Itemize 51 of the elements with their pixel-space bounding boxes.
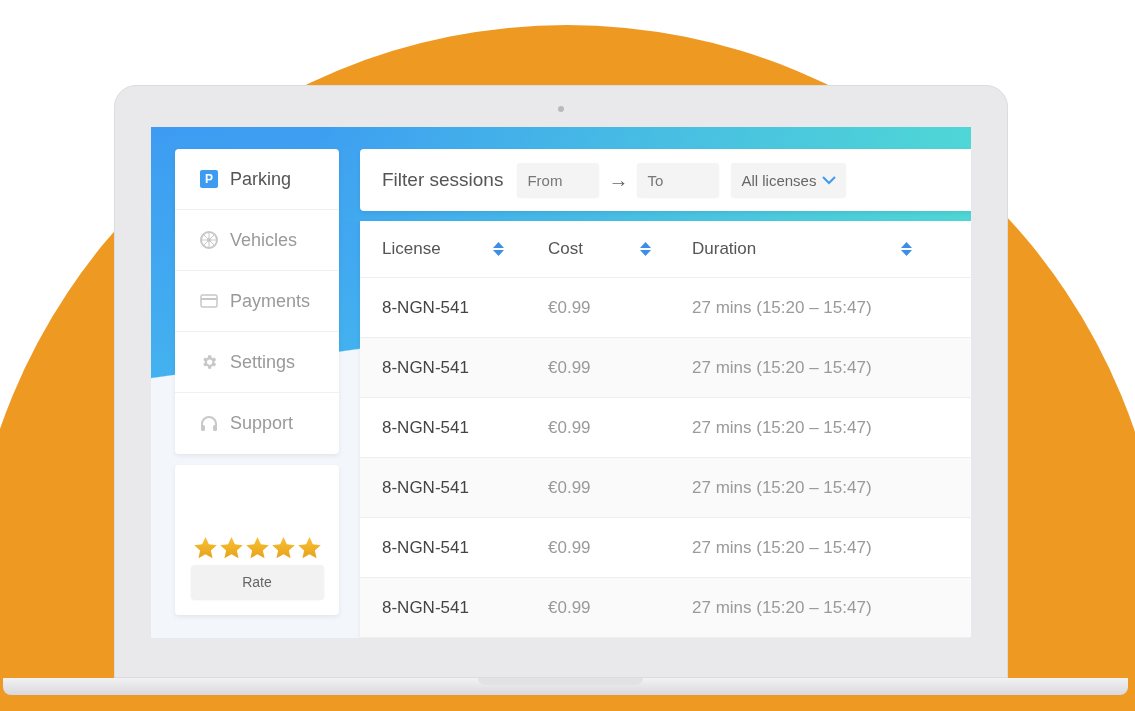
rate-button[interactable]: Rate: [190, 565, 324, 599]
sort-icon: [493, 242, 504, 256]
nav-label: Payments: [230, 290, 311, 312]
sidebar-item[interactable]: P Parking: [175, 149, 339, 210]
table-cell-text: €0.99: [548, 357, 592, 378]
arrow-text: →: [608, 168, 629, 192]
sidebar-item[interactable]: Settings: [175, 332, 339, 393]
table-cell-text: 27 mins (15:20 – 15:47): [692, 297, 873, 318]
table-cell-text: 8-NGN-541: [382, 537, 470, 558]
table-cell-text: 8-NGN-541: [382, 477, 470, 498]
table-cell-text: 27 mins (15:20 – 15:47): [692, 477, 873, 498]
table-cell-text: 27 mins (15:20 – 15:47): [692, 417, 873, 438]
table-cell-text: 8-NGN-541: [382, 417, 470, 438]
wheel-icon: [200, 231, 218, 249]
card-icon: [200, 294, 218, 308]
nav-label: Settings: [230, 351, 296, 373]
nav-label: Support: [230, 413, 294, 434]
sort-icon: [640, 242, 651, 256]
chevron-down-icon: [822, 175, 837, 185]
camera-dot: [558, 106, 564, 112]
column-header[interactable]: License: [382, 239, 504, 259]
star-icon: [193, 537, 217, 559]
column-header[interactable]: Cost: [548, 239, 651, 259]
column-header[interactable]: Duration: [692, 239, 912, 259]
to-field[interactable]: To: [637, 163, 720, 197]
licenses-dropdown[interactable]: All licenses: [731, 163, 847, 197]
nav-label: Vehicles: [230, 229, 298, 251]
table-cell-text: 8-NGN-541: [382, 357, 470, 378]
from-field[interactable]: From: [517, 163, 600, 197]
star-icon: [297, 537, 321, 559]
star-icon: [245, 537, 269, 559]
parking-badge: P: [200, 170, 218, 188]
table-cell-text: 8-NGN-541: [382, 597, 470, 618]
table-cell-text: 8-NGN-541: [382, 297, 470, 318]
table-cell-text: 27 mins (15:20 – 15:47): [692, 357, 873, 378]
table-cell-text: €0.99: [548, 537, 592, 558]
filter-title: Filter sessions: [382, 169, 504, 191]
table-cell-text: €0.99: [548, 477, 592, 498]
table-cell-text: 27 mins (15:20 – 15:47): [692, 597, 873, 618]
sidebar-item[interactable]: Payments: [175, 271, 339, 332]
sidebar-item[interactable]: Vehicles: [175, 210, 339, 271]
table-cell-text: €0.99: [548, 597, 592, 618]
sidebar-item[interactable]: Support: [175, 393, 339, 454]
headset-icon: [200, 414, 218, 433]
nav-label: Parking: [230, 168, 292, 190]
table-cell-text: €0.99: [548, 297, 592, 318]
table-cell-text: 27 mins (15:20 – 15:47): [692, 537, 873, 558]
table-cell-text: €0.99: [548, 417, 592, 438]
sort-icon: [901, 242, 912, 256]
star-icon: [219, 537, 243, 559]
star-icon: [271, 537, 295, 559]
